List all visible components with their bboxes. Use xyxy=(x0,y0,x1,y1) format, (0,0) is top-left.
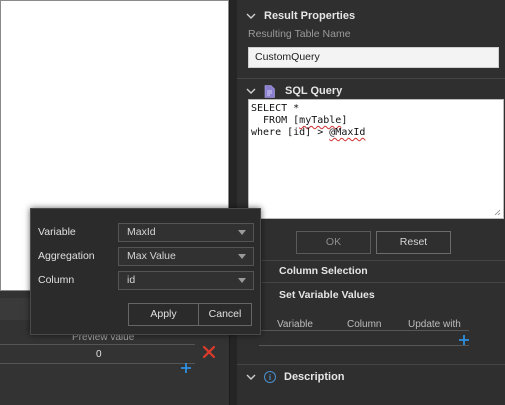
variables-grid-header: Variable Column Update with xyxy=(259,319,469,331)
result-properties-header[interactable]: Result Properties xyxy=(237,4,505,28)
variable-label: Variable xyxy=(38,226,76,238)
sql-query-title: SQL Query xyxy=(285,85,343,97)
table-name-input[interactable]: CustomQuery xyxy=(248,47,499,68)
divider xyxy=(237,282,505,283)
description-title: Description xyxy=(284,371,345,383)
description-header[interactable]: i Description xyxy=(237,365,505,389)
chevron-down-icon xyxy=(238,230,246,235)
app-window: Preview value 0 Result Properties Result… xyxy=(0,0,505,405)
ok-button[interactable]: OK xyxy=(296,231,371,254)
col-column: Column xyxy=(347,319,382,330)
sql-editor[interactable]: SELECT * FROM [myTable] where [id] > @Ma… xyxy=(248,99,504,219)
result-properties-title: Result Properties xyxy=(264,10,356,22)
sql-line-1: SELECT * xyxy=(251,103,300,114)
variables-grid-row xyxy=(259,345,469,346)
panel-splitter[interactable] xyxy=(229,0,237,405)
sql-parameter: @MaxId xyxy=(329,127,366,138)
chevron-down-icon xyxy=(246,13,256,19)
apply-button[interactable]: Apply xyxy=(128,303,199,326)
chevron-down-icon xyxy=(238,278,246,283)
properties-panel: Result Properties Resulting Table Name C… xyxy=(237,0,505,405)
delete-icon[interactable] xyxy=(202,345,216,359)
variable-config-popup: Variable MaxId Aggregation Max Value Col… xyxy=(30,208,261,335)
preview-row[interactable]: 0 xyxy=(0,346,195,364)
resize-grip-icon[interactable] xyxy=(494,209,501,216)
col-update-with: Update with xyxy=(408,319,461,330)
column-dropdown[interactable]: id xyxy=(118,271,254,290)
chevron-down-icon xyxy=(238,254,246,259)
add-row-icon[interactable] xyxy=(180,362,192,374)
column-value: id xyxy=(127,274,136,286)
aggregation-dropdown[interactable]: Max Value xyxy=(118,247,254,266)
preview-value: 0 xyxy=(96,349,102,360)
aggregation-label: Aggregation xyxy=(38,250,95,262)
chevron-down-icon xyxy=(246,374,256,380)
variable-value: MaxId xyxy=(127,226,156,238)
info-icon: i xyxy=(264,371,276,383)
col-variable: Variable xyxy=(277,319,313,330)
sql-table-identifier: myTable xyxy=(299,115,342,126)
variable-dropdown[interactable]: MaxId xyxy=(118,223,254,242)
set-variable-values-header[interactable]: Set Variable Values xyxy=(237,285,505,305)
column-selection-title: Column Selection xyxy=(279,265,368,277)
sql-line-2-suffix: ] xyxy=(341,115,348,126)
column-label: Column xyxy=(38,274,75,286)
table-name-label: Resulting Table Name xyxy=(248,28,351,40)
sql-line-3-prefix: where [id] > xyxy=(251,127,330,138)
aggregation-value: Max Value xyxy=(127,250,176,262)
cancel-button[interactable]: Cancel xyxy=(198,303,252,326)
column-selection-header[interactable]: Column Selection xyxy=(237,261,505,281)
chevron-down-icon xyxy=(246,88,256,94)
reset-button[interactable]: Reset xyxy=(376,231,451,254)
set-variable-values-title: Set Variable Values xyxy=(279,289,375,301)
document-icon xyxy=(264,84,275,98)
sql-line-2-prefix: FROM [ xyxy=(251,115,300,126)
